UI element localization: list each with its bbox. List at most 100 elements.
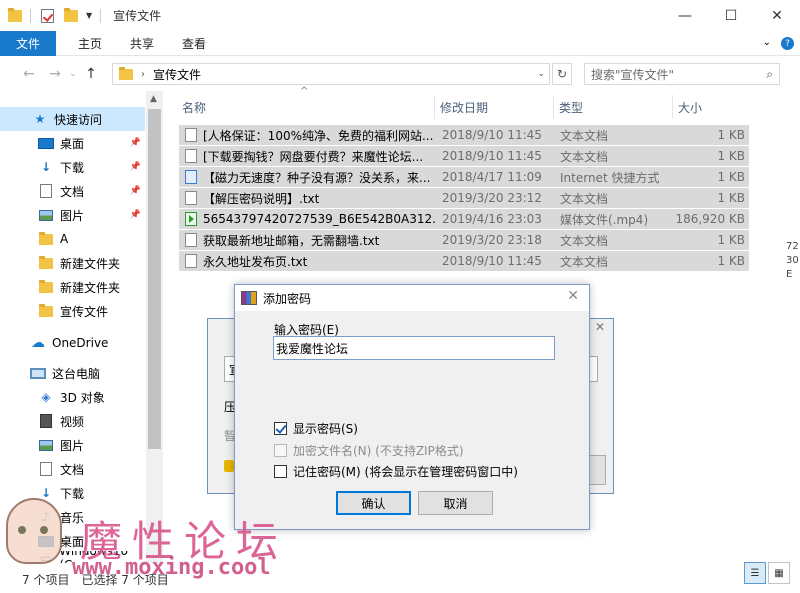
column-header-size[interactable]: 大小 bbox=[676, 95, 748, 119]
search-input[interactable]: 搜索"宣传文件" ⌕ bbox=[584, 63, 780, 85]
minimize-button[interactable]: — bbox=[662, 0, 708, 31]
sidebar-item-label: 图片 bbox=[60, 208, 85, 223]
checkbox-checked-icon[interactable] bbox=[274, 422, 287, 435]
background-window-fragment: 72 30 E bbox=[786, 241, 799, 280]
sidebar-item-new-folder[interactable]: 新建文件夹 bbox=[0, 251, 145, 275]
show-password-checkbox[interactable]: 显示密码(S) bbox=[274, 420, 358, 437]
search-icon[interactable]: ⌕ bbox=[766, 67, 773, 82]
cancel-button[interactable]: 取消 bbox=[418, 491, 493, 515]
expand-ribbon-icon[interactable]: ⌄ bbox=[763, 37, 771, 50]
search-placeholder: 搜索"宣传文件" bbox=[591, 67, 675, 82]
checkbox-icon bbox=[274, 444, 287, 457]
sidebar-item-pictures[interactable]: 图片 📌 bbox=[0, 203, 145, 227]
dialog-titlebar: 添加密码 ✕ bbox=[235, 285, 589, 311]
sidebar-item-promo-files[interactable]: 宣传文件 bbox=[0, 299, 145, 323]
file-row[interactable]: 获取最新地址邮箱，无需翻墙.txt 2019/3/20 23:18 文本文档 1… bbox=[179, 230, 749, 250]
scrollbar-thumb[interactable] bbox=[148, 109, 161, 449]
password-field[interactable]: 我爱魔性论坛 bbox=[273, 336, 555, 360]
text-file-icon bbox=[185, 149, 197, 163]
file-row[interactable]: 【解压密码说明】.txt 2019/3/20 23:12 文本文档 1 KB bbox=[179, 188, 749, 208]
text-file-icon bbox=[185, 233, 197, 247]
folder-icon bbox=[119, 66, 133, 80]
address-path: 宣传文件 bbox=[153, 67, 202, 82]
forward-arrow-icon[interactable]: → bbox=[44, 66, 66, 82]
ok-button[interactable]: 确认 bbox=[336, 491, 411, 515]
file-row[interactable]: 【磁力无速度？种子没有源？没关系，来... 2018/4/17 11:09 In… bbox=[179, 167, 749, 187]
sidebar-item-folder-a[interactable]: A bbox=[0, 227, 145, 251]
pin-icon: 📌 bbox=[129, 138, 141, 148]
pin-icon: 📌 bbox=[129, 186, 141, 196]
picture-icon bbox=[39, 209, 53, 221]
sidebar-scrollbar[interactable]: ▲ bbox=[146, 91, 163, 571]
chevron-right-icon[interactable]: › bbox=[141, 69, 145, 80]
sidebar-item-label: 文档 bbox=[60, 462, 85, 477]
encrypt-filenames-checkbox: 加密文件名(N) (不支持ZIP格式) bbox=[274, 442, 464, 459]
file-row[interactable]: [下载要掏钱？网盘要付费？来魔性论坛... 2018/9/10 11:45 文本… bbox=[179, 146, 749, 166]
folder-icon[interactable] bbox=[8, 7, 22, 22]
file-row[interactable]: [人格保证：100%纯净、免费的福利网站... 2018/9/10 11:45 … bbox=[179, 125, 749, 145]
sidebar-item-this-pc[interactable]: 这台电脑 bbox=[0, 361, 145, 385]
remember-password-checkbox[interactable]: 记住密码(M) (将会显示在管理密码窗口中) bbox=[274, 463, 518, 480]
sidebar-item-videos[interactable]: 视频 bbox=[0, 409, 145, 433]
sidebar-item-label: 3D 对象 bbox=[60, 390, 105, 405]
scroll-up-icon[interactable]: ▲ bbox=[150, 94, 157, 104]
column-divider[interactable] bbox=[434, 95, 435, 119]
recent-locations-icon[interactable]: ⌄ bbox=[66, 69, 80, 79]
file-row[interactable]: 永久地址发布页.txt 2018/9/10 11:45 文本文档 1 KB bbox=[179, 251, 749, 271]
sidebar-item-3d-objects[interactable]: ◈ 3D 对象 bbox=[0, 385, 145, 409]
address-input[interactable]: › 宣传文件 ⌄ bbox=[112, 63, 550, 85]
details-view-button[interactable]: ☰ bbox=[744, 562, 766, 584]
close-icon[interactable]: ✕ bbox=[567, 288, 579, 304]
close-button[interactable]: ✕ bbox=[754, 0, 800, 31]
checkbox-label: 加密文件名(N) (不支持ZIP格式) bbox=[293, 444, 464, 458]
sidebar-item-pictures-pc[interactable]: 图片 bbox=[0, 433, 145, 457]
password-value: 我爱魔性论坛 bbox=[276, 341, 349, 356]
column-header-type[interactable]: 类型 bbox=[557, 95, 669, 119]
tab-view[interactable]: 查看 bbox=[168, 35, 220, 52]
sidebar-item-documents-pc[interactable]: 文档 bbox=[0, 457, 145, 481]
checkbox-icon[interactable] bbox=[274, 465, 287, 478]
sidebar-item-label: 桌面 bbox=[60, 136, 85, 151]
lock-icon bbox=[224, 460, 234, 472]
add-password-dialog: 添加密码 ✕ 输入密码(E) 我爱魔性论坛 显示密码(S) 加密文件名(N) (… bbox=[234, 284, 590, 530]
large-icons-view-button[interactable]: ▦ bbox=[768, 562, 790, 584]
3d-object-icon: ◈ bbox=[41, 390, 51, 404]
pin-icon: 📌 bbox=[129, 162, 141, 172]
sidebar-item-label: 宣传文件 bbox=[60, 304, 109, 319]
checkbox-label: 显示密码(S) bbox=[293, 422, 358, 436]
tab-file[interactable]: 文件 bbox=[0, 30, 56, 56]
text-file-icon bbox=[185, 128, 197, 142]
sidebar-item-documents[interactable]: 文档 📌 bbox=[0, 179, 145, 203]
help-icon[interactable]: ? bbox=[781, 37, 794, 50]
column-header-date[interactable]: 修改日期 bbox=[438, 95, 550, 119]
sidebar-item-downloads[interactable]: ↓ 下载 📌 bbox=[0, 155, 145, 179]
column-divider[interactable] bbox=[553, 95, 554, 119]
pc-icon bbox=[30, 367, 46, 379]
refresh-button[interactable]: ↻ bbox=[552, 63, 572, 85]
new-folder-icon[interactable] bbox=[64, 7, 78, 22]
sidebar-item-label: 图片 bbox=[60, 438, 85, 453]
video-file-icon bbox=[185, 212, 197, 226]
properties-icon[interactable] bbox=[41, 8, 54, 23]
chevron-down-icon[interactable]: ⌄ bbox=[537, 69, 545, 79]
folder-icon bbox=[39, 303, 53, 317]
tab-share[interactable]: 共享 bbox=[116, 35, 168, 52]
maximize-button[interactable]: ☐ bbox=[708, 0, 754, 31]
sidebar-item-onedrive[interactable]: ☁ OneDrive bbox=[0, 331, 145, 355]
sidebar-item-desktop[interactable]: 桌面 📌 bbox=[0, 131, 145, 155]
desktop-icon bbox=[38, 137, 54, 149]
file-row[interactable]: 56543797420727539_B6E542B0A312... 2019/4… bbox=[179, 209, 749, 229]
column-header-name[interactable]: 名称 bbox=[180, 95, 434, 119]
column-divider[interactable] bbox=[672, 95, 673, 119]
up-arrow-icon[interactable]: ↑ bbox=[80, 66, 102, 82]
sidebar-item-label: 新建文件夹 bbox=[60, 256, 121, 271]
sidebar-item-label: A bbox=[60, 232, 69, 246]
close-icon[interactable]: ✕ bbox=[595, 320, 605, 334]
quick-access-dropdown-icon[interactable]: ▼ bbox=[86, 11, 92, 20]
sidebar-item-new-folder-2[interactable]: 新建文件夹 bbox=[0, 275, 145, 299]
tab-home[interactable]: 主页 bbox=[64, 35, 116, 52]
back-arrow-icon[interactable]: ← bbox=[18, 66, 40, 82]
pin-icon: 📌 bbox=[129, 210, 141, 220]
folder-icon bbox=[39, 231, 53, 245]
sidebar-item-quick-access[interactable]: ★ 快速访问 bbox=[0, 107, 145, 131]
